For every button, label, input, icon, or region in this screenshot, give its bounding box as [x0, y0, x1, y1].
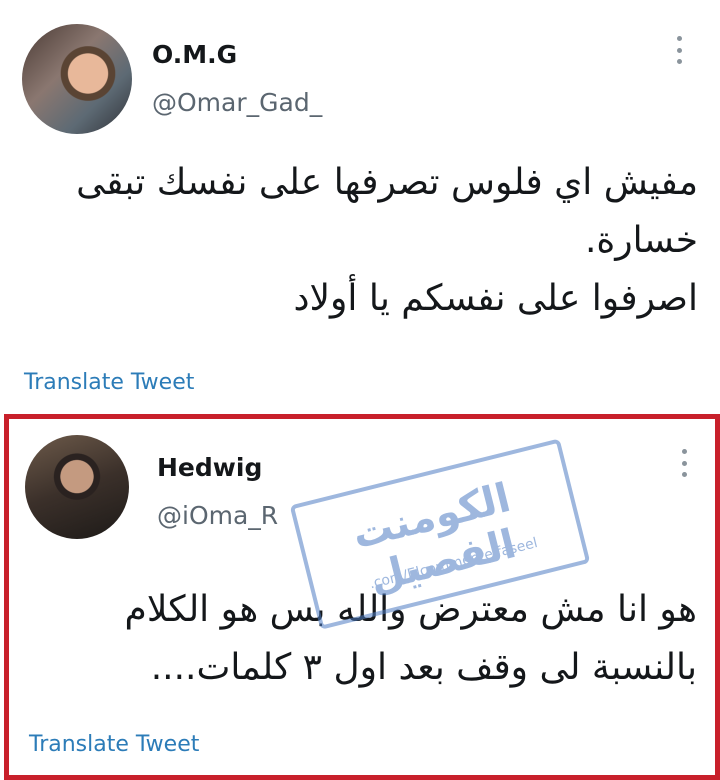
translate-tweet-link[interactable]: Translate Tweet	[24, 370, 194, 395]
tweet-text-line: هو انا مش معترض والله بس هو الكلام	[124, 589, 697, 630]
tweet-text: مفيش اي فلوس تصرفها على نفسك تبقى خسارة.…	[38, 154, 698, 328]
tweet-text-line: مفيش اي فلوس تصرفها على نفسك تبقى	[76, 162, 698, 203]
user-handle[interactable]: @iOma_R	[157, 501, 278, 530]
more-options-icon[interactable]	[674, 449, 694, 477]
tweet-text-line: بالنسبة لى وقف بعد اول ٣ كلمات....	[150, 647, 697, 688]
translate-tweet-link[interactable]: Translate Tweet	[29, 732, 199, 757]
tweet-text: هو انا مش معترض والله بس هو الكلام بالنس…	[37, 581, 697, 697]
tweet-hedwig[interactable]: Hedwig @iOma_R هو انا مش معترض والله بس …	[4, 414, 720, 780]
tweet-text-line: خسارة.	[584, 220, 698, 261]
more-options-icon[interactable]	[669, 36, 689, 64]
avatar[interactable]	[22, 24, 132, 134]
tweet-omg[interactable]: O.M.G @Omar_Gad_ مفيش اي فلوس تصرفها على…	[0, 0, 720, 414]
display-name[interactable]: Hedwig	[157, 453, 262, 482]
tweet-text-line: اصرفوا على نفسكم يا أولاد	[293, 278, 698, 319]
user-handle[interactable]: @Omar_Gad_	[152, 88, 322, 117]
display-name[interactable]: O.M.G	[152, 40, 237, 69]
avatar[interactable]	[25, 435, 129, 539]
